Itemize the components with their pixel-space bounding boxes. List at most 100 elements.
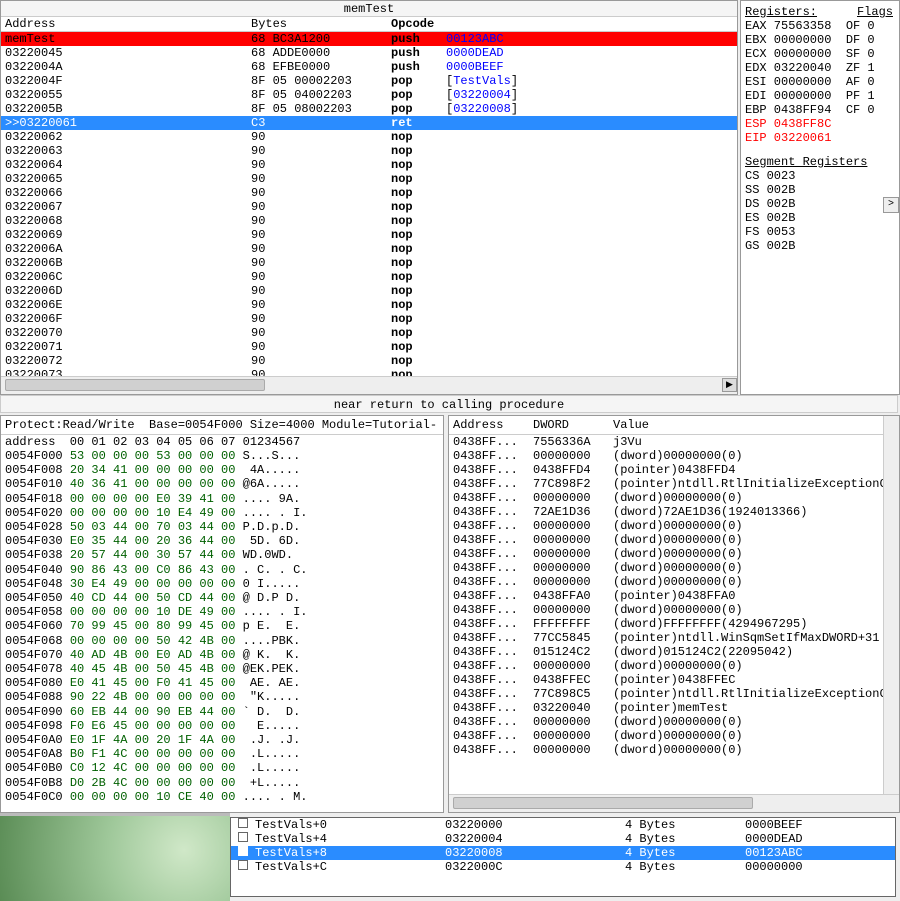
disasm-row[interactable]: memTest68 BC3A1200push00123ABC [1, 32, 737, 46]
disasm-row[interactable]: 0322004A68 EFBE0000push0000BEEF [1, 60, 737, 74]
hexdump-panel[interactable]: Protect:Read/Write Base=0054F000 Size=40… [0, 415, 444, 813]
disasm-row[interactable]: 0322006390nop [1, 144, 737, 158]
list-row[interactable]: TestVals+4032200044 Bytes0000DEAD [231, 832, 895, 846]
hex-row[interactable]: 0054F090 60 EB 44 00 90 EB 44 00 ` D. D. [5, 705, 439, 719]
disasm-row[interactable]: 0322004F8F 05 00002203pop[TestVals] [1, 74, 737, 88]
list-row[interactable]: TestVals+8032200084 Bytes00123ABC [231, 846, 895, 860]
stack-hscrollbar[interactable] [449, 794, 899, 812]
hex-row[interactable]: 0054F0C0 00 00 00 00 10 CE 40 00 .... . … [5, 790, 439, 804]
disasm-row[interactable]: 0322004568 ADDE0000push0000DEAD [1, 46, 737, 60]
hex-rows[interactable]: 0054F000 53 00 00 00 53 00 00 00 S...S..… [1, 449, 443, 812]
hex-row[interactable]: 0054F098 F0 E6 45 00 00 00 00 00 E..... [5, 719, 439, 733]
hex-row[interactable]: 0054F070 40 AD 4B 00 E0 AD 4B 00 @ K. K. [5, 648, 439, 662]
hex-row[interactable]: 0054F0B8 D0 2B 4C 00 00 00 00 00 +L..... [5, 776, 439, 790]
hex-row[interactable]: 0054F048 30 E4 49 00 00 00 00 00 0 I....… [5, 577, 439, 591]
list-row[interactable]: TestVals+C0322000C4 Bytes00000000 [231, 860, 895, 874]
hex-row[interactable]: 0054F010 40 36 41 00 00 00 00 00 @6A....… [5, 477, 439, 491]
stack-row[interactable]: 0438FF...0438FFA0(pointer)0438FFA0 [453, 589, 899, 603]
hex-row[interactable]: 0054F058 00 00 00 00 10 DE 49 00 .... . … [5, 605, 439, 619]
disasm-row[interactable]: 0322006F90nop [1, 312, 737, 326]
disasm-row[interactable]: 0322006290nop [1, 130, 737, 144]
stack-row[interactable]: 0438FF...00000000(dword)00000000(0) [453, 715, 899, 729]
list-checkbox[interactable] [231, 860, 255, 874]
disasm-row[interactable]: 0322007390nop [1, 368, 737, 376]
disasm-header-op[interactable]: Opcode [391, 17, 446, 31]
stack-row[interactable]: 0438FF...00000000(dword)00000000(0) [453, 491, 899, 505]
disasm-row[interactable]: 0322005B8F 05 08002203pop[03220008] [1, 102, 737, 116]
list-checkbox[interactable] [231, 818, 255, 832]
hex-row[interactable]: 0054F068 00 00 00 00 50 42 4B 00 ....PBK… [5, 634, 439, 648]
disasm-row[interactable]: 0322006890nop [1, 214, 737, 228]
stack-vscrollbar[interactable] [883, 416, 899, 794]
stack-row[interactable]: 0438FF...FFFFFFFF(dword)FFFFFFFF(4294967… [453, 617, 899, 631]
disasm-row[interactable]: 0322007290nop [1, 354, 737, 368]
disassembly-panel[interactable]: memTest Address Bytes Opcode memTest68 B… [0, 0, 738, 395]
disasm-row[interactable]: 0322007190nop [1, 340, 737, 354]
address-list[interactable]: TestVals+0032200004 Bytes0000BEEFTestVal… [230, 817, 896, 897]
stack-row[interactable]: 0438FF...03220040(pointer)memTest [453, 701, 899, 715]
stack-row[interactable]: 0438FF...00000000(dword)00000000(0) [453, 449, 899, 463]
disasm-row[interactable]: 0322007090nop [1, 326, 737, 340]
disasm-row[interactable]: 0322006D90nop [1, 284, 737, 298]
scrollbar-thumb[interactable] [5, 379, 265, 391]
stack-row[interactable]: 0438FF...77C898F2(pointer)ntdll.RtlIniti… [453, 477, 899, 491]
list-checkbox[interactable] [231, 846, 255, 860]
stack-row[interactable]: 0438FF...00000000(dword)00000000(0) [453, 729, 899, 743]
stack-row[interactable]: 0438FF...77C898C5(pointer)ntdll.RtlIniti… [453, 687, 899, 701]
disasm-row[interactable]: 0322006990nop [1, 228, 737, 242]
stack-row[interactable]: 0438FF...7556336Aj3Vu [453, 435, 899, 449]
disasm-row[interactable]: 0322006E90nop [1, 298, 737, 312]
disasm-header-addr[interactable]: Address [1, 17, 251, 31]
stack-header-value[interactable]: Value [613, 418, 895, 432]
stack-row[interactable]: 0438FF...00000000(dword)00000000(0) [453, 561, 899, 575]
stack-row[interactable]: 0438FF...00000000(dword)00000000(0) [453, 533, 899, 547]
hex-row[interactable]: 0054F060 70 99 45 00 80 99 45 00 p E. E. [5, 619, 439, 633]
stack-row[interactable]: 0438FF...0438FFEC(pointer)0438FFEC [453, 673, 899, 687]
hex-row[interactable]: 0054F0A0 E0 1F 4A 00 20 1F 4A 00 .J. .J. [5, 733, 439, 747]
list-checkbox[interactable] [231, 832, 255, 846]
disasm-row[interactable]: 0322006490nop [1, 158, 737, 172]
list-row[interactable]: TestVals+0032200004 Bytes0000BEEF [231, 818, 895, 832]
stack-row[interactable]: 0438FF...77CC5845(pointer)ntdll.WinSqmSe… [453, 631, 899, 645]
disasm-header-bytes[interactable]: Bytes [251, 17, 391, 31]
stack-row[interactable]: 0438FF...00000000(dword)00000000(0) [453, 743, 899, 757]
disasm-row[interactable]: 0322006B90nop [1, 256, 737, 270]
stack-header-addr[interactable]: Address [453, 418, 533, 432]
disasm-row[interactable]: 0322006C90nop [1, 270, 737, 284]
hex-row[interactable]: 0054F020 00 00 00 00 10 E4 49 00 .... . … [5, 506, 439, 520]
hex-row[interactable]: 0054F040 90 86 43 00 C0 86 43 00 . C. . … [5, 563, 439, 577]
hex-row[interactable]: 0054F0A8 B0 F1 4C 00 00 00 00 00 .L..... [5, 747, 439, 761]
stack-row[interactable]: 0438FF...00000000(dword)00000000(0) [453, 603, 899, 617]
hex-row[interactable]: 0054F028 50 03 44 00 70 03 44 00 P.D.p.D… [5, 520, 439, 534]
stack-row[interactable]: 0438FF...00000000(dword)00000000(0) [453, 575, 899, 589]
disasm-row[interactable]: >>03220061C3ret [1, 116, 737, 130]
disasm-rows[interactable]: memTest68 BC3A1200push00123ABC0322004568… [1, 32, 737, 376]
hex-row[interactable]: 0054F018 00 00 00 00 E0 39 41 00 .... 9A… [5, 492, 439, 506]
hex-row[interactable]: 0054F038 20 57 44 00 30 57 44 00 WD.0WD. [5, 548, 439, 562]
disasm-row[interactable]: 0322006590nop [1, 172, 737, 186]
stack-row[interactable]: 0438FF...00000000(dword)00000000(0) [453, 547, 899, 561]
stack-row[interactable]: 0438FF...00000000(dword)00000000(0) [453, 659, 899, 673]
hex-row[interactable]: 0054F0B0 C0 12 4C 00 00 00 00 00 .L..... [5, 761, 439, 775]
disasm-row[interactable]: 0322006790nop [1, 200, 737, 214]
stack-row[interactable]: 0438FF...72AE1D36(dword)72AE1D36(1924013… [453, 505, 899, 519]
segment-expand-button[interactable]: > [883, 197, 899, 213]
scrollbar-thumb[interactable] [453, 797, 753, 809]
hex-row[interactable]: 0054F000 53 00 00 00 53 00 00 00 S...S..… [5, 449, 439, 463]
disasm-row[interactable]: 032200558F 05 04002203pop[03220004] [1, 88, 737, 102]
registers-panel[interactable]: Registers: Flags EAX 75563358 OF 0EBX 00… [740, 0, 900, 395]
stack-row[interactable]: 0438FF...0438FFD4(pointer)0438FFD4 [453, 463, 899, 477]
disasm-row[interactable]: 0322006A90nop [1, 242, 737, 256]
stack-row[interactable]: 0438FF...00000000(dword)00000000(0) [453, 519, 899, 533]
hex-row[interactable]: 0054F050 40 CD 44 00 50 CD 44 00 @ D.P D… [5, 591, 439, 605]
disasm-hscrollbar[interactable]: ▶ [1, 376, 737, 394]
scroll-right-icon[interactable]: ▶ [722, 378, 737, 392]
hex-row[interactable]: 0054F080 E0 41 45 00 F0 41 45 00 AE. AE. [5, 676, 439, 690]
stack-rows[interactable]: 0438FF...7556336Aj3Vu0438FF...00000000(d… [449, 435, 899, 794]
hex-row[interactable]: 0054F030 E0 35 44 00 20 36 44 00 5D. 6D. [5, 534, 439, 548]
stack-panel[interactable]: Address DWORD Value 0438FF...7556336Aj3V… [448, 415, 900, 813]
hex-row[interactable]: 0054F078 40 45 4B 00 50 45 4B 00 @EK.PEK… [5, 662, 439, 676]
stack-header-dword[interactable]: DWORD [533, 418, 613, 432]
stack-row[interactable]: 0438FF...015124C2(dword)015124C2(2209504… [453, 645, 899, 659]
disasm-row[interactable]: 0322006690nop [1, 186, 737, 200]
